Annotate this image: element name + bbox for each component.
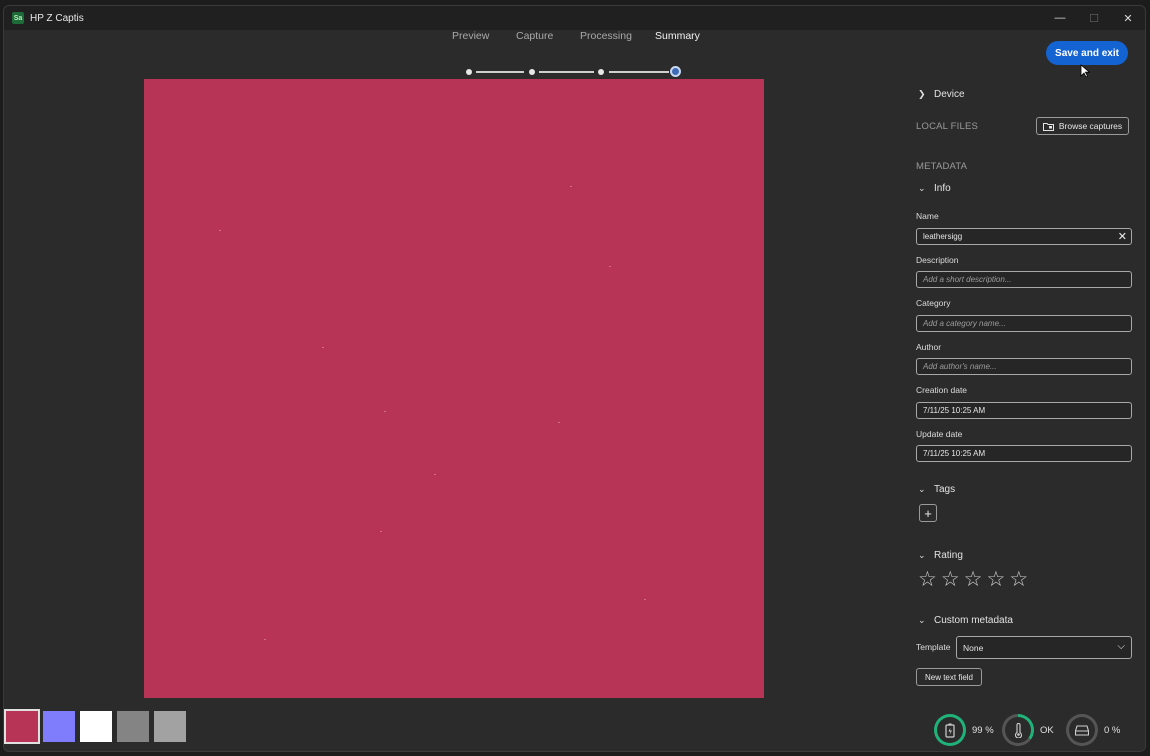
- texture-speck: [264, 639, 266, 640]
- custom-metadata-section-toggle[interactable]: ⌄ Custom metadata: [918, 615, 1013, 626]
- name-value: leathersigg: [923, 232, 963, 241]
- side-panel: ❯ Device LOCAL FILES Browse captures MET…: [904, 79, 1145, 751]
- texture-speck: [570, 186, 572, 187]
- step-summary[interactable]: Summary: [655, 30, 700, 42]
- info-section-toggle[interactable]: ⌄ Info: [918, 183, 951, 194]
- battery-icon: [937, 717, 963, 743]
- mouse-cursor-icon: [1080, 64, 1090, 78]
- thumbnail-base-color[interactable]: [4, 708, 40, 744]
- step-line: [539, 71, 594, 73]
- thermometer-icon: [1005, 717, 1031, 743]
- texture-speck: [609, 266, 611, 267]
- name-label: Name: [916, 211, 939, 221]
- description-label: Description: [916, 255, 959, 265]
- browse-captures-label: Browse captures: [1058, 121, 1123, 131]
- app-logo-icon: Sa: [12, 12, 24, 24]
- step-dot-processing: [598, 69, 604, 75]
- battery-value: 99 %: [972, 724, 994, 736]
- thumbnail-gray[interactable]: [154, 710, 186, 742]
- author-label: Author: [916, 342, 942, 352]
- tags-section-toggle[interactable]: ⌄ Tags: [918, 484, 955, 495]
- step-processing[interactable]: Processing: [580, 30, 632, 42]
- chevron-down-icon: ⌄: [918, 484, 926, 494]
- preview-canvas: [4, 79, 903, 699]
- step-dot-capture: [529, 69, 535, 75]
- thumbnail-white[interactable]: [80, 710, 112, 742]
- rating-label: Rating: [934, 550, 963, 561]
- metadata-heading: METADATA: [916, 161, 968, 172]
- title-bar: Sa HP Z Captis — ☐ ✕: [4, 6, 1145, 30]
- maximize-button[interactable]: ☐: [1077, 6, 1111, 30]
- info-label: Info: [934, 183, 951, 194]
- folder-icon: [1042, 122, 1054, 131]
- star-icon[interactable]: ☆: [918, 569, 937, 590]
- update-date-label: Update date: [916, 429, 963, 439]
- app-title: HP Z Captis: [30, 12, 84, 24]
- step-navigation: Preview Capture Processing Summary Save …: [4, 30, 1145, 80]
- thumbnail-roughness[interactable]: [117, 710, 149, 742]
- category-field[interactable]: Add a category name...: [916, 315, 1132, 332]
- texture-speck: [380, 531, 382, 532]
- storage-ring: [1066, 714, 1098, 746]
- step-preview[interactable]: Preview: [452, 30, 489, 42]
- clear-icon[interactable]: ✕: [1118, 230, 1127, 243]
- battery-ring: [934, 714, 966, 746]
- creation-date-label: Creation date: [916, 385, 968, 395]
- texture-speck: [384, 411, 386, 412]
- map-thumbnails: [4, 701, 903, 751]
- thumbnail-normal[interactable]: [43, 710, 75, 742]
- author-field[interactable]: Add author's name...: [916, 358, 1132, 375]
- texture-speck: [558, 422, 560, 423]
- app-window: Sa HP Z Captis — ☐ ✕ Preview Capture Pro…: [3, 5, 1146, 752]
- texture-speck: [322, 347, 324, 348]
- minimize-button[interactable]: —: [1043, 6, 1077, 30]
- save-and-exit-button[interactable]: Save and exit: [1046, 41, 1128, 65]
- battery-status: 99 %: [934, 714, 994, 746]
- chevron-down-icon: ⌵: [1117, 641, 1125, 652]
- star-icon[interactable]: ☆: [941, 569, 960, 590]
- storage-value: 0 %: [1104, 724, 1121, 736]
- chevron-right-icon: ❯: [918, 89, 926, 99]
- description-field[interactable]: Add a short description...: [916, 271, 1132, 288]
- star-icon[interactable]: ☆: [1009, 569, 1028, 590]
- device-label: Device: [934, 89, 965, 100]
- temperature-value: OK: [1040, 724, 1054, 736]
- texture-speck: [219, 230, 221, 231]
- step-dot-summary: [670, 66, 681, 77]
- temperature-ring: [1002, 714, 1034, 746]
- rating-section-toggle[interactable]: ⌄ Rating: [918, 550, 963, 561]
- tags-label: Tags: [934, 484, 956, 495]
- window-controls: — ☐ ✕: [1043, 6, 1145, 30]
- template-select[interactable]: None ⌵: [956, 636, 1132, 659]
- step-dot-preview: [466, 69, 472, 75]
- step-capture[interactable]: Capture: [516, 30, 553, 42]
- local-files-heading: LOCAL FILES: [916, 121, 979, 132]
- creation-date-field[interactable]: 7/11/25 10:25 AM: [916, 402, 1132, 419]
- texture-speck: [434, 474, 436, 475]
- close-button[interactable]: ✕: [1111, 6, 1145, 30]
- step-line: [609, 71, 669, 73]
- storage-status: 0 %: [1066, 714, 1120, 746]
- device-section-toggle[interactable]: ❯ Device: [918, 89, 965, 100]
- texture-speck: [644, 599, 646, 600]
- add-tag-button[interactable]: +: [919, 504, 937, 522]
- name-field[interactable]: leathersigg ✕: [916, 228, 1132, 245]
- star-icon[interactable]: ☆: [986, 569, 1005, 590]
- rating-stars: ☆ ☆ ☆ ☆ ☆: [918, 569, 1028, 590]
- update-date-field[interactable]: 7/11/25 10:25 AM: [916, 445, 1132, 462]
- temperature-status: OK: [1002, 714, 1054, 746]
- custom-metadata-label: Custom metadata: [934, 615, 1013, 626]
- template-value: None: [963, 642, 984, 653]
- chevron-down-icon: ⌄: [918, 550, 926, 560]
- drive-icon: [1069, 717, 1095, 743]
- material-preview-image: [144, 79, 764, 698]
- category-label: Category: [916, 298, 951, 308]
- step-line: [476, 71, 524, 73]
- chevron-down-icon: ⌄: [918, 615, 926, 625]
- chevron-down-icon: ⌄: [918, 183, 926, 193]
- star-icon[interactable]: ☆: [964, 569, 983, 590]
- browse-captures-button[interactable]: Browse captures: [1036, 117, 1129, 135]
- template-label: Template: [916, 642, 951, 652]
- new-text-field-button[interactable]: New text field: [916, 668, 982, 686]
